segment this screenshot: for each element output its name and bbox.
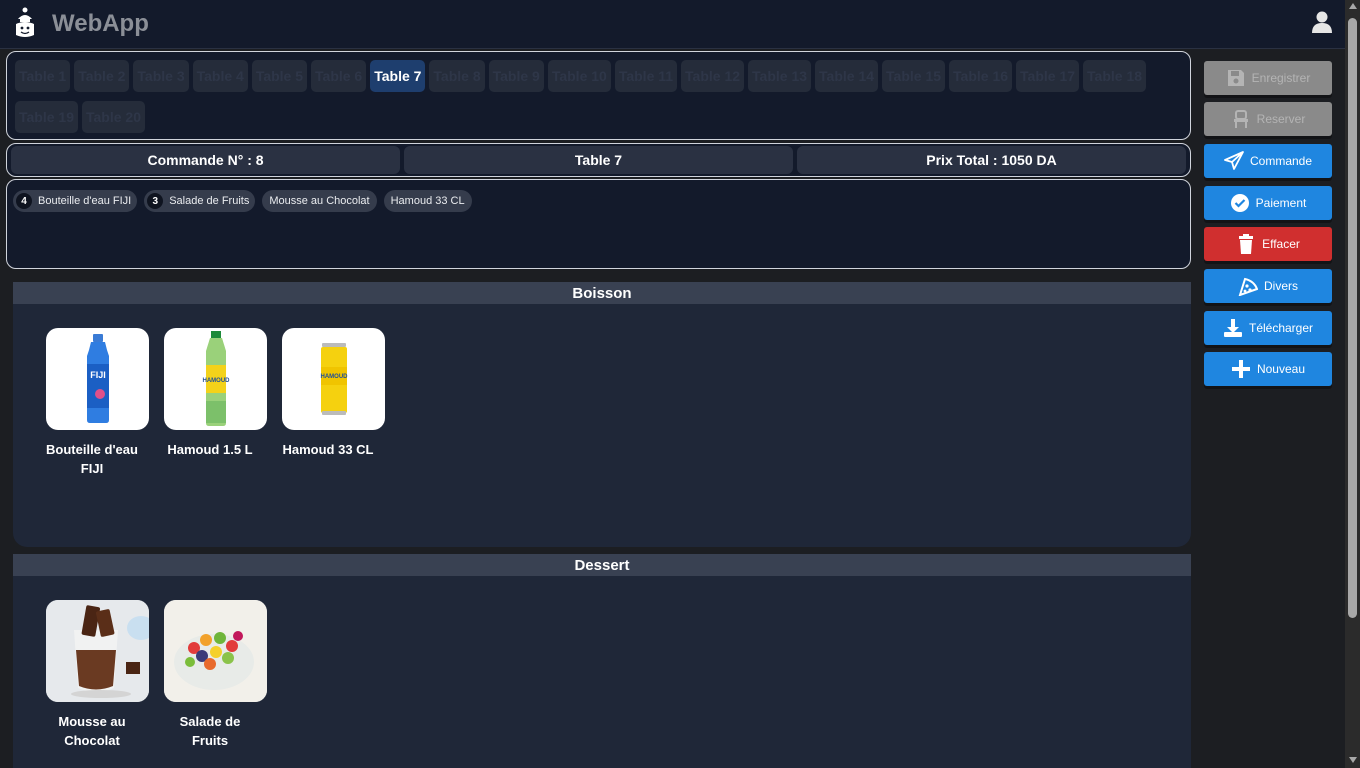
vertical-scrollbar[interactable] [1345,0,1360,768]
order-label: Commande [1249,154,1313,168]
table-button[interactable]: Table 18 [1083,60,1147,92]
table-button[interactable]: Table 13 [748,60,812,92]
product-card[interactable]: FIJI Bouteille d'eau FIJI [38,328,156,478]
category-header: Dessert [13,554,1191,576]
table-button[interactable]: Table 2 [74,60,130,92]
payment-label: Paiement [1255,196,1307,210]
table-button[interactable]: Table 19 [15,101,78,133]
product-name: Mousse au Chocolat [58,714,126,748]
quantity-badge: 4 [16,193,32,209]
clear-button[interactable]: Effacer [1204,227,1332,261]
hamoud-bottle-image[interactable]: HAMOUD [164,328,267,430]
chair-icon [1231,109,1251,129]
floppy-disk-icon [1226,68,1246,88]
table-button[interactable]: Table 12 [681,60,745,92]
new-button[interactable]: Nouveau [1204,352,1332,386]
fruit-salad-image[interactable] [164,600,267,702]
order-item-name: Mousse au Chocolat [269,195,370,207]
table-button[interactable]: Table 8 [429,60,485,92]
scroll-thumb[interactable] [1348,18,1357,618]
check-circle-icon [1230,193,1250,213]
download-button[interactable]: Télécharger [1204,311,1332,345]
table-button[interactable]: Table 9 [488,60,544,92]
reserve-button[interactable]: Reserver [1204,102,1332,136]
hamoud-can-image[interactable]: HAMOUD [282,328,385,430]
order-item-name: Hamoud 33 CL [390,195,465,207]
save-label: Enregistrer [1251,71,1311,85]
chocolate-mousse-image[interactable] [46,600,149,702]
table-button[interactable]: Table 7 [370,60,426,92]
table-button[interactable]: Table 3 [133,60,189,92]
table-button[interactable]: Table 10 [547,60,611,92]
product-card[interactable]: HAMOUD Hamoud 33 CL [274,328,392,478]
misc-button[interactable]: Divers [1204,269,1332,303]
product-card[interactable]: HAMOUD Hamoud 1.5 L [156,328,274,478]
tables-panel: Table 1 Table 2 Table 3 Table 4 Table 5 Table… [6,51,1191,140]
product-list: Mousse au Chocolat Salade de Fruits [13,576,1191,750]
top-bar: WebApp [0,0,1345,49]
fiji-bottle-image[interactable]: FIJI [46,328,149,430]
misc-label: Divers [1263,279,1298,293]
product-name: Bouteille d'eau FIJI [46,442,138,476]
payment-button[interactable]: Paiement [1204,186,1332,220]
table-button[interactable]: Table 11 [614,60,678,92]
table-button[interactable]: Table 4 [192,60,248,92]
order-item-name: Bouteille d'eau FIJI [38,195,132,207]
order-item-chip[interactable]: Mousse au Chocolat [262,190,377,212]
scroll-down-arrow-icon[interactable] [1349,757,1357,763]
total-price: Prix Total : 1050 DA [797,146,1186,174]
order-item-name: Salade de Fruits [169,195,250,207]
table-button[interactable]: Table 14 [815,60,879,92]
order-number: Commande N° : 8 [11,146,400,174]
category-header: Boisson [13,282,1191,304]
product-name: Hamoud 1.5 L [167,442,253,457]
plus-icon [1231,359,1251,379]
order-button[interactable]: Commande [1204,144,1332,178]
product-card[interactable]: Salade de Fruits [156,600,274,750]
user-icon[interactable] [1311,11,1333,33]
table-button[interactable]: Table 15 [882,60,946,92]
download-label: Télécharger [1248,321,1314,335]
table-button[interactable]: Table 1 [15,60,71,92]
chef-logo-icon[interactable] [12,7,38,39]
product-card[interactable]: Mousse au Chocolat [38,600,156,750]
table-button[interactable]: Table 5 [251,60,308,92]
product-list: FIJI Bouteille d'eau FIJI HAMOUD Hamoud … [13,304,1191,478]
product-name: Salade de Fruits [179,714,241,748]
table-button[interactable]: Table 6 [311,60,367,92]
save-button[interactable]: Enregistrer [1204,61,1332,95]
svg-text:HAMOUD: HAMOUD [320,374,348,380]
category-dessert: Dessert Mousse au Chocolat Salade de Fru… [13,554,1191,768]
paper-plane-icon [1224,151,1244,171]
order-item-chip[interactable]: Hamoud 33 CL [383,190,472,212]
table-button[interactable]: Table 20 [82,101,145,133]
table-button[interactable]: Table 16 [949,60,1013,92]
product-name: Hamoud 33 CL [282,442,374,457]
table-grid: Table 1 Table 2 Table 3 Table 4 Table 5 Table… [15,58,1190,140]
reserve-label: Reserver [1256,112,1306,126]
svg-text:FIJI: FIJI [90,370,106,380]
quantity-badge: 3 [147,193,164,209]
scroll-up-arrow-icon[interactable] [1349,3,1357,9]
category-boisson: Boisson FIJI Bouteille d'eau FIJI HAMOUD… [13,282,1191,547]
order-item-chip[interactable]: 4 Bouteille d'eau FIJI [13,190,138,212]
pizza-slice-icon [1238,276,1258,296]
trash-icon [1236,234,1256,254]
new-label: Nouveau [1256,362,1306,376]
clear-label: Effacer [1262,237,1300,251]
table-button[interactable]: Table 17 [1016,60,1080,92]
svg-text:HAMOUD: HAMOUD [202,378,230,384]
selected-table: Table 7 [404,146,793,174]
order-items-panel: 4 Bouteille d'eau FIJI 3 Salade de Fruits Mo… [6,179,1191,269]
order-item-chip[interactable]: 3 Salade de Fruits [144,190,256,212]
download-icon [1223,318,1243,338]
order-info-panel: Commande N° : 8 Table 7 Prix Total : 105… [6,143,1191,177]
app-title: WebApp [52,10,149,37]
